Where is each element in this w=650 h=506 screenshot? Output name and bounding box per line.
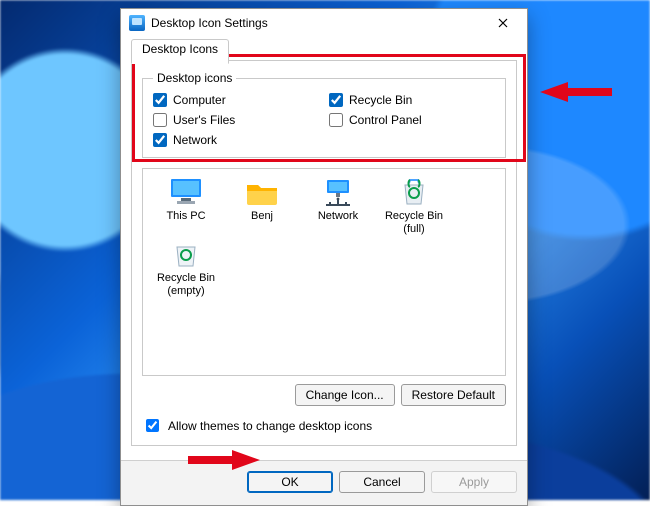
app-icon	[129, 15, 145, 31]
tab-desktop-icons[interactable]: Desktop Icons	[131, 39, 229, 64]
checkbox-label: Computer	[173, 93, 226, 107]
checkbox-computer-input[interactable]	[153, 93, 167, 107]
checkbox-label: Recycle Bin	[349, 93, 412, 107]
checkbox-label: User's Files	[173, 113, 235, 127]
checkbox-network-input[interactable]	[153, 133, 167, 147]
preview-label: Benj	[251, 210, 273, 223]
window-title: Desktop Icon Settings	[151, 16, 485, 30]
desktop-icon-settings-dialog: Desktop Icon Settings Desktop Icons Desk…	[120, 8, 528, 506]
apply-button: Apply	[431, 471, 517, 493]
monitor-icon	[168, 177, 204, 207]
tab-panel: Desktop icons Computer Recycle Bin User'…	[131, 61, 517, 446]
group-legend: Desktop icons	[153, 71, 236, 85]
preview-item-network[interactable]: Network	[301, 177, 375, 235]
recycle-bin-empty-icon	[168, 239, 204, 269]
close-button[interactable]	[485, 11, 521, 35]
folder-icon	[244, 177, 280, 207]
tab-label: Desktop Icons	[142, 42, 218, 56]
desktop-icons-group: Desktop icons Computer Recycle Bin User'…	[142, 71, 506, 158]
preview-label: This PC	[166, 210, 205, 223]
preview-item-recycle-bin-full[interactable]: Recycle Bin (full)	[377, 177, 451, 235]
checkbox-control-panel-input[interactable]	[329, 113, 343, 127]
checkbox-network[interactable]: Network	[153, 133, 319, 147]
change-icon-button[interactable]: Change Icon...	[295, 384, 395, 406]
checkbox-control-panel[interactable]: Control Panel	[329, 113, 495, 127]
checkbox-computer[interactable]: Computer	[153, 93, 319, 107]
icon-preview-list[interactable]: This PC Benj Network Recycle Bin (full) …	[142, 168, 506, 376]
checkbox-users-files-input[interactable]	[153, 113, 167, 127]
network-icon	[320, 177, 356, 207]
checkbox-label: Network	[173, 133, 217, 147]
preview-item-this-pc[interactable]: This PC	[149, 177, 223, 235]
preview-label: Recycle Bin (full)	[377, 210, 451, 235]
preview-item-recycle-bin-empty[interactable]: Recycle Bin (empty)	[149, 239, 223, 297]
recycle-bin-full-icon	[396, 177, 432, 207]
checkbox-recycle-bin-input[interactable]	[329, 93, 343, 107]
preview-label: Network	[318, 210, 358, 223]
restore-default-button[interactable]: Restore Default	[401, 384, 506, 406]
preview-item-user-folder[interactable]: Benj	[225, 177, 299, 235]
icon-button-row: Change Icon... Restore Default	[142, 384, 506, 406]
allow-themes-input[interactable]	[146, 419, 159, 432]
checkbox-grid: Computer Recycle Bin User's Files Contro…	[153, 93, 495, 147]
allow-themes-label: Allow themes to change desktop icons	[168, 419, 372, 433]
close-icon	[498, 18, 508, 28]
checkbox-label: Control Panel	[349, 113, 422, 127]
allow-themes-checkbox[interactable]: Allow themes to change desktop icons	[142, 416, 506, 435]
checkbox-recycle-bin[interactable]: Recycle Bin	[329, 93, 495, 107]
checkbox-users-files[interactable]: User's Files	[153, 113, 319, 127]
dialog-content: Desktop Icons Desktop icons Computer Rec…	[121, 39, 527, 450]
titlebar: Desktop Icon Settings	[121, 9, 527, 37]
cancel-button[interactable]: Cancel	[339, 471, 425, 493]
preview-label: Recycle Bin (empty)	[149, 272, 223, 297]
ok-button[interactable]: OK	[247, 471, 333, 493]
dialog-footer: OK Cancel Apply	[121, 460, 527, 505]
tab-strip: Desktop Icons	[131, 39, 517, 61]
